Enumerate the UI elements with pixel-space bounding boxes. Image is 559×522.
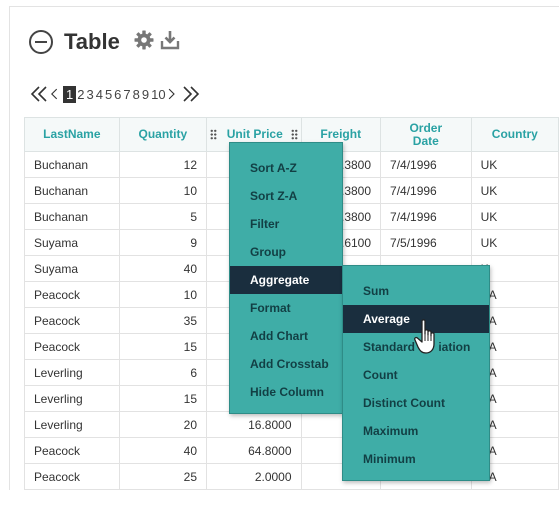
chevron-left-icon[interactable]	[49, 84, 63, 104]
page-number-link[interactable]: 9	[141, 87, 150, 102]
column-header-quantity[interactable]: Quantity	[118, 117, 208, 152]
table-cell: 2.0000	[206, 463, 302, 490]
page-title: Table	[64, 29, 120, 54]
page-number-link[interactable]: 3	[85, 87, 94, 102]
title-row: Table	[29, 26, 120, 58]
table-cell: 7/4/1996	[380, 203, 472, 230]
page-number-link[interactable]: 6	[113, 87, 122, 102]
submenu-item-label: Standard	[363, 340, 419, 354]
double-chevron-right-icon[interactable]	[181, 84, 201, 104]
download-icon[interactable]	[160, 30, 180, 50]
table-cell: Buchanan	[24, 203, 120, 230]
table-cell: Buchanan	[24, 177, 120, 204]
submenu-item-distinct-count[interactable]: Distinct Count	[343, 389, 489, 417]
menu-item-sort-z-a[interactable]: Sort Z-A	[230, 182, 342, 210]
submenu-item-minimum[interactable]: Minimum	[343, 445, 489, 473]
column-context-menu: Sort A-Z Sort Z-A Filter Group Aggregate Form…	[229, 142, 343, 414]
column-header-lastname[interactable]: LastName	[24, 117, 120, 152]
table-cell: Suyama	[24, 255, 120, 282]
page-numbers: 1 2 3 4 5 6 7 8 9 10	[63, 85, 167, 103]
chevron-right-icon[interactable]	[167, 84, 181, 104]
table-cell: 16.8000	[206, 411, 302, 438]
table-cell: 10	[118, 281, 208, 308]
table-cell: 20	[118, 411, 208, 438]
submenu-item-sum[interactable]: Sum	[343, 277, 489, 305]
table-cell: 7/4/1996	[380, 177, 472, 204]
pager: 1 2 3 4 5 6 7 8 9 10	[29, 84, 201, 104]
menu-item-sort-a-z[interactable]: Sort A-Z	[230, 154, 342, 182]
table-cell: 7/4/1996	[380, 151, 472, 178]
menu-item-hide-column[interactable]: Hide Column	[230, 378, 342, 406]
double-chevron-left-icon[interactable]	[29, 84, 49, 104]
table-cell: Peacock	[24, 463, 120, 490]
page-number-link[interactable]: 5	[104, 87, 113, 102]
hand-pointer-icon	[414, 319, 435, 354]
menu-item-filter[interactable]: Filter	[230, 210, 342, 238]
menu-item-aggregate[interactable]: Aggregate	[230, 266, 342, 294]
table-cell: 40	[118, 255, 208, 282]
table-cell: Leverling	[24, 359, 120, 386]
submenu-item-label: iation	[438, 340, 471, 354]
table-cell: 10	[118, 177, 208, 204]
table-cell: UK	[470, 151, 559, 178]
menu-item-add-chart[interactable]: Add Chart	[230, 322, 342, 350]
page-number-link[interactable]: 8	[132, 87, 141, 102]
table-cell: 7/5/1996	[380, 229, 472, 256]
menu-item-add-crosstab[interactable]: Add Crosstab	[230, 350, 342, 378]
report-stage: { "header": { "title": "Table", "setting…	[0, 0, 559, 522]
aggregate-submenu: Sum Average Standard iation Count Distinct C…	[342, 265, 490, 481]
table-cell: 40	[118, 437, 208, 464]
minus-circle-icon[interactable]	[29, 30, 53, 54]
drag-handle-icon[interactable]	[209, 129, 217, 141]
page-number-link[interactable]: 10	[150, 87, 166, 102]
table-cell: UK	[470, 203, 559, 230]
submenu-item-count[interactable]: Count	[343, 361, 489, 389]
table-cell: 15	[118, 385, 208, 412]
menu-item-format[interactable]: Format	[230, 294, 342, 322]
table-cell: Peacock	[24, 281, 120, 308]
gear-icon[interactable]	[134, 30, 154, 50]
table-cell: 64.8000	[206, 437, 302, 464]
drag-handle-icon[interactable]	[290, 129, 298, 141]
table-cell: Buchanan	[24, 151, 120, 178]
table-cell: 6	[118, 359, 208, 386]
table-cell: 35	[118, 307, 208, 334]
table-cell: 5	[118, 203, 208, 230]
column-header-order-date[interactable]: Order Date	[380, 117, 472, 152]
table-cell: Peacock	[24, 437, 120, 464]
menu-item-group[interactable]: Group	[230, 238, 342, 266]
page-number-link[interactable]: 1	[63, 85, 77, 103]
table-cell: Peacock	[24, 307, 120, 334]
table-cell: Peacock	[24, 333, 120, 360]
column-header-country[interactable]: Country	[470, 117, 559, 152]
page-number-link[interactable]: 7	[122, 87, 131, 102]
submenu-item-maximum[interactable]: Maximum	[343, 417, 489, 445]
table-cell: Leverling	[24, 411, 120, 438]
table-cell: Suyama	[24, 229, 120, 256]
table-cell: 9	[118, 229, 208, 256]
table-cell: Leverling	[24, 385, 120, 412]
page-number-link[interactable]: 4	[95, 87, 104, 102]
table-cell: 25	[118, 463, 208, 490]
page-number-link[interactable]: 2	[76, 87, 85, 102]
table-cell: UK	[470, 229, 559, 256]
table-cell: UK	[470, 177, 559, 204]
table-cell: 15	[118, 333, 208, 360]
table-cell: 12	[118, 151, 208, 178]
